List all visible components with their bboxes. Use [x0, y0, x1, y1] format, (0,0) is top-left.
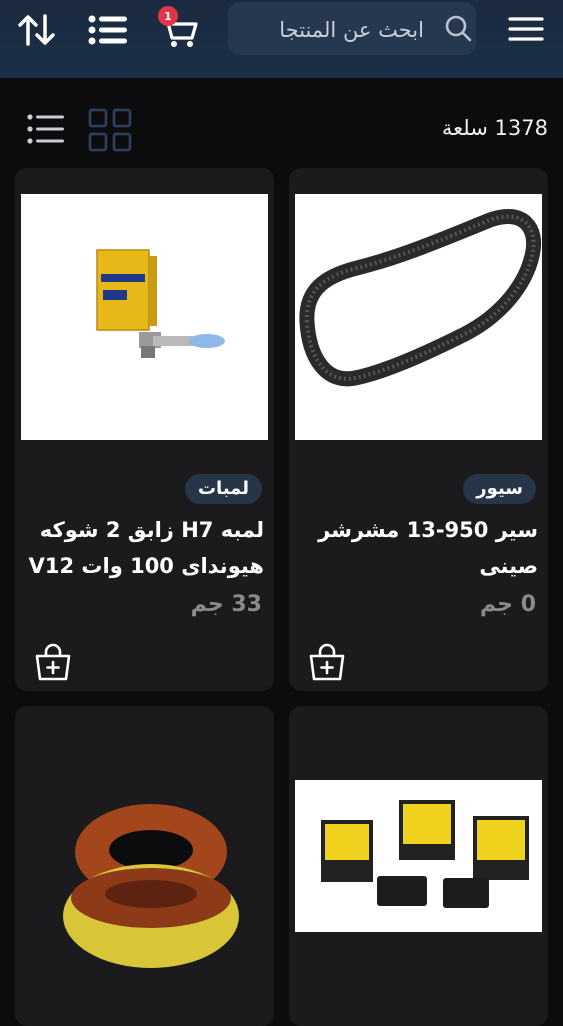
product-card[interactable]: [15, 706, 274, 1026]
product-image-wire-coils[interactable]: [21, 766, 268, 1006]
sort-button[interactable]: [14, 10, 60, 50]
add-to-cart-icon[interactable]: [33, 642, 73, 682]
product-title[interactable]: سير 950-13 مشرشر صينى: [300, 512, 538, 584]
product-image-h7-bulb[interactable]: [21, 194, 268, 440]
product-card[interactable]: [289, 706, 548, 1026]
product-card[interactable]: لمبات لمبه H7 زابق 2 شوكه هيونداى 100 وا…: [15, 168, 274, 691]
product-card[interactable]: سيور سير 950-13 مشرشر صينى 0 جم: [289, 168, 548, 691]
menu-icon: [508, 17, 544, 41]
product-price: 0 جم: [479, 592, 536, 617]
product-image-window-switches[interactable]: [295, 780, 542, 932]
categories-list-button[interactable]: [84, 10, 132, 50]
search-input[interactable]: [242, 2, 426, 57]
list-view-icon[interactable]: [26, 111, 66, 147]
search-icon[interactable]: [444, 15, 472, 43]
items-count: 1378 سلعة: [441, 116, 548, 140]
category-badge[interactable]: سيور: [463, 474, 536, 504]
top-app-bar: 1: [0, 0, 563, 78]
add-to-cart-icon[interactable]: [307, 642, 347, 682]
menu-button[interactable]: [502, 8, 550, 50]
product-title[interactable]: لمبه H7 زابق 2 شوكه هيونداى 100 وات V12: [26, 512, 264, 584]
sort-icon: [18, 14, 55, 46]
cart-count-badge: 1: [158, 6, 178, 26]
list-icon: [88, 15, 127, 45]
product-price: 33 جم: [190, 592, 262, 617]
category-badge[interactable]: لمبات: [184, 474, 262, 504]
product-image-timing-belt[interactable]: [295, 194, 542, 440]
grid-view-icon[interactable]: [88, 108, 132, 152]
search-bar[interactable]: [228, 2, 476, 57]
